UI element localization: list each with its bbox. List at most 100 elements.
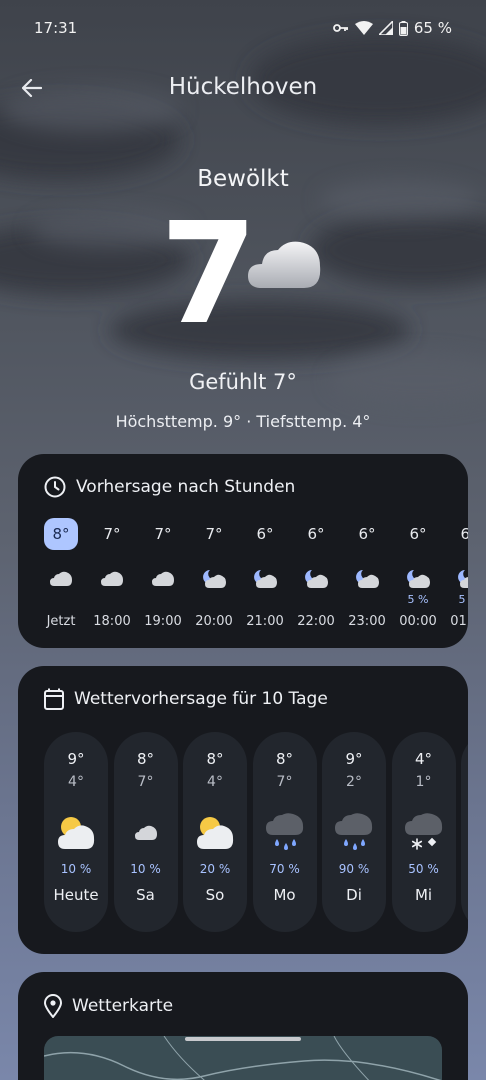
cloud-icon bbox=[36, 564, 86, 594]
hour-precip: 5 % bbox=[407, 593, 429, 606]
hourly-list[interactable]: 8° Jetzt 7° 18:00 7° 19:00 7° 20:00 6° 21:00 6° 22:… bbox=[18, 518, 468, 638]
moon-cloud-icon bbox=[291, 564, 341, 594]
day-high: 8° bbox=[136, 750, 155, 768]
map-roads bbox=[44, 1036, 442, 1080]
daily-list[interactable]: 9° 4° 10 % Heute 8° 7° 10 % Sa 8° 4° 20 % So 8° 7° 70 … bbox=[44, 732, 468, 932]
cloud-icon bbox=[87, 564, 137, 594]
battery-icon bbox=[398, 20, 408, 36]
cloud-icon bbox=[138, 564, 188, 594]
day-name: Sa bbox=[136, 886, 155, 904]
day-item[interactable]: 8° 7° 10 % Sa bbox=[113, 732, 178, 932]
weather-map-preview[interactable] bbox=[44, 1036, 442, 1080]
status-icons: 65 % bbox=[332, 19, 452, 37]
current-temperature: 7 bbox=[160, 193, 257, 356]
cloud-icon bbox=[114, 810, 178, 856]
hour-label: 21:00 bbox=[246, 614, 284, 629]
snow-sleet-cloud-icon bbox=[392, 810, 456, 856]
day-low: 4° bbox=[68, 774, 84, 790]
feels-like: Gefühlt 7° bbox=[189, 370, 297, 394]
city-name: Hückelhoven bbox=[168, 74, 318, 100]
day-name: Di bbox=[346, 886, 362, 904]
day-low: 7° bbox=[137, 774, 154, 790]
day-item-partial[interactable] bbox=[461, 732, 468, 932]
hour-label: 23:00 bbox=[348, 614, 386, 629]
hour-temp: 7° bbox=[205, 525, 223, 543]
hour-label: 01:00 bbox=[450, 614, 468, 629]
day-precip: 50 % bbox=[408, 862, 439, 876]
top-app-bar: Hückelhoven bbox=[0, 66, 486, 112]
hour-item[interactable]: 7° 19:00 bbox=[138, 518, 188, 629]
day-precip: 10 % bbox=[130, 862, 161, 876]
hour-temp: 7° bbox=[154, 525, 172, 543]
current-temperature-block: 7 bbox=[0, 200, 486, 350]
daily-forecast-title: Wettervorhersage für 10 Tage bbox=[74, 689, 328, 709]
day-item[interactable]: 4° 1° 50 % Mi bbox=[391, 732, 456, 932]
calendar-icon bbox=[44, 688, 64, 710]
hour-precip: 5 % bbox=[458, 593, 468, 606]
hour-temp: 6° bbox=[256, 525, 274, 543]
day-item[interactable]: 9° 2° 90 % Di bbox=[322, 732, 386, 932]
day-high: 8° bbox=[206, 750, 224, 768]
hourly-forecast-header: Vorhersage nach Stunden bbox=[44, 476, 295, 498]
hour-item[interactable]: 7° 18:00 bbox=[87, 518, 137, 629]
daily-forecast-card[interactable]: Wettervorhersage für 10 Tage 9° 4° 10 % Heu… bbox=[18, 666, 468, 954]
hour-item[interactable]: 6° 5 % 01:00 bbox=[444, 518, 468, 629]
day-name: Mi bbox=[414, 886, 433, 904]
rain-cloud-icon bbox=[253, 810, 317, 856]
hour-item[interactable]: 6° 23:00 bbox=[342, 518, 392, 629]
moon-cloud-icon bbox=[393, 564, 443, 594]
hour-label: 19:00 bbox=[144, 614, 182, 629]
weather-map-title: Wetterkarte bbox=[72, 996, 174, 1016]
day-low: 1° bbox=[415, 774, 432, 790]
high-low: Höchsttemp. 9° · Tiefsttemp. 4° bbox=[115, 412, 371, 431]
status-bar: 17:31 65 % bbox=[0, 0, 486, 56]
vpn-key-icon bbox=[332, 24, 348, 32]
weather-map-card[interactable]: Wetterkarte bbox=[18, 972, 468, 1080]
hour-precip bbox=[36, 594, 86, 606]
day-low: 7° bbox=[276, 774, 293, 790]
weather-map-header: Wetterkarte bbox=[44, 994, 173, 1018]
day-precip: 70 % bbox=[269, 862, 300, 876]
wifi-icon bbox=[354, 21, 373, 35]
battery-percent: 65 % bbox=[413, 19, 452, 37]
hour-item[interactable]: 6° 5 % 00:00 bbox=[393, 518, 443, 629]
hour-item[interactable]: 8° Jetzt bbox=[36, 518, 86, 629]
hour-item[interactable]: 6° 21:00 bbox=[240, 518, 290, 629]
hour-label: Jetzt bbox=[46, 614, 76, 629]
home-indicator[interactable] bbox=[185, 1037, 301, 1041]
day-name: Mo bbox=[273, 886, 296, 904]
hour-item[interactable]: 7° 20:00 bbox=[189, 518, 239, 629]
hour-precip bbox=[342, 594, 392, 606]
day-precip: 90 % bbox=[338, 862, 370, 876]
hour-label: 18:00 bbox=[93, 614, 131, 629]
day-precip: 20 % bbox=[199, 862, 231, 876]
hour-temp: 8° bbox=[44, 518, 78, 550]
day-high: 4° bbox=[414, 750, 433, 768]
hour-temp: 6° bbox=[358, 525, 376, 543]
moon-cloud-icon bbox=[444, 564, 468, 594]
hour-label: 20:00 bbox=[195, 614, 233, 629]
day-high: 9° bbox=[345, 750, 363, 768]
hour-temp: 6° bbox=[409, 525, 427, 543]
day-item[interactable]: 8° 4° 20 % So bbox=[183, 732, 247, 932]
day-item[interactable]: 8° 7° 70 % Mo bbox=[252, 732, 317, 932]
day-item[interactable]: 9° 4° 10 % Heute bbox=[44, 732, 108, 932]
cloud-icon bbox=[248, 241, 321, 288]
hour-item[interactable]: 6° 22:00 bbox=[291, 518, 341, 629]
hour-precip bbox=[240, 594, 290, 606]
hour-precip bbox=[189, 594, 239, 606]
hourly-forecast-card[interactable]: Vorhersage nach Stunden 8° Jetzt 7° 18:00 7°… bbox=[18, 454, 468, 648]
current-condition: Bewölkt bbox=[197, 166, 289, 192]
hour-temp: 6° bbox=[307, 525, 325, 543]
moon-cloud-icon bbox=[240, 564, 290, 594]
day-high: 8° bbox=[275, 750, 294, 768]
hour-label: 00:00 bbox=[399, 614, 437, 629]
sun-cloud-icon bbox=[183, 810, 247, 856]
signal-icon bbox=[378, 21, 393, 35]
day-name: Heute bbox=[53, 886, 99, 904]
day-high: 9° bbox=[67, 750, 85, 768]
hour-label: 22:00 bbox=[297, 614, 335, 629]
hourly-forecast-title: Vorhersage nach Stunden bbox=[76, 477, 296, 497]
day-low: 4° bbox=[207, 774, 223, 790]
moon-cloud-icon bbox=[189, 564, 239, 594]
